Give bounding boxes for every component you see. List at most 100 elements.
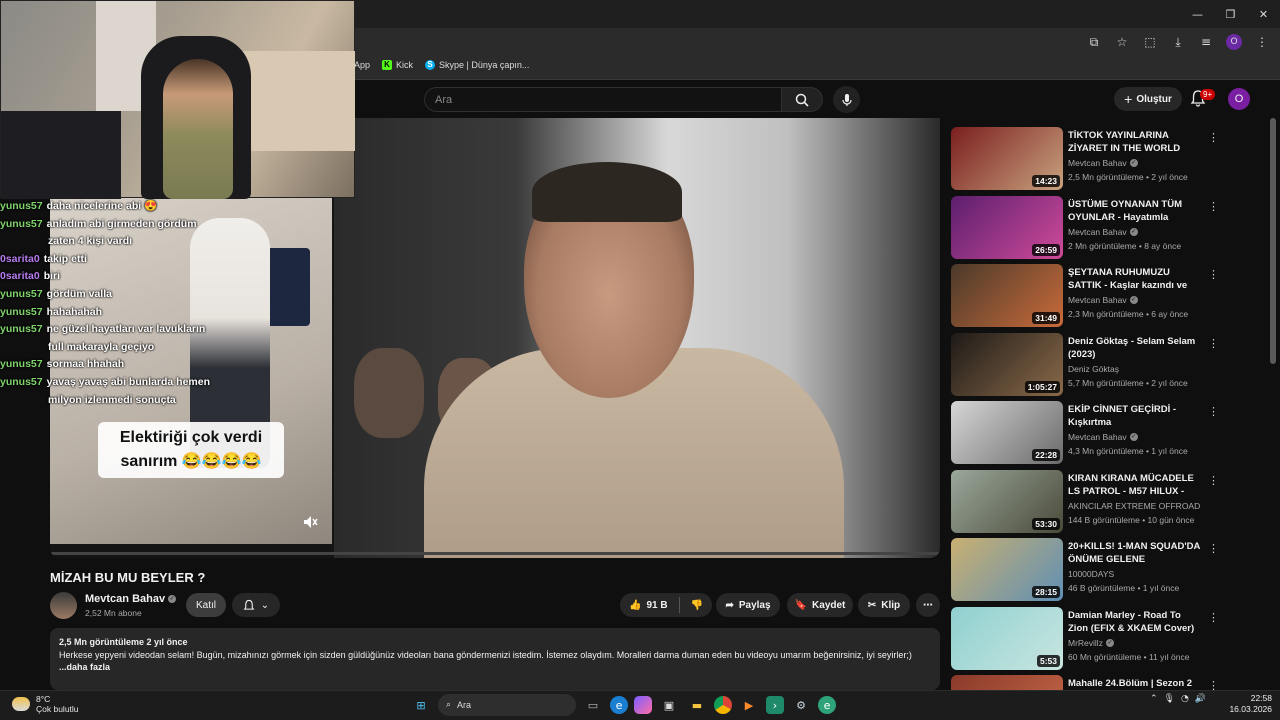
- recommended-video[interactable]: 5:53 Damian Marley - Road To Zion (EFIX &…: [950, 606, 1225, 671]
- video-title[interactable]: Deniz Göktaş - Selam Selam (2023): [1068, 335, 1203, 361]
- save-button[interactable]: 🔖 Kaydet: [787, 593, 853, 617]
- thumbs-up-icon[interactable]: 👍: [629, 600, 641, 611]
- video-thumbnail[interactable]: [951, 675, 1063, 690]
- bookmark-kick[interactable]: K Kick: [382, 60, 413, 70]
- recommended-video[interactable]: 26:59 ÜSTÜME OYNANAN TÜM OYUNLAR - Hayatı…: [950, 195, 1225, 260]
- video-title[interactable]: KIRAN KIRANA MÜCADELE LS PATROL - M57 HI…: [1068, 472, 1203, 499]
- taskbar-search[interactable]: ⌕ Ara: [438, 694, 576, 716]
- join-button[interactable]: Katıl: [186, 593, 226, 617]
- install-app-icon[interactable]: ⧉: [1082, 32, 1106, 52]
- steam-icon[interactable]: ⚙: [790, 694, 812, 716]
- recommended-video[interactable]: 28:15 20+KILLS! 1-MAN SQUAD'DA ÖNÜME GELE…: [950, 538, 1225, 602]
- more-options-icon[interactable]: ⋮: [1208, 611, 1219, 624]
- video-thumbnail[interactable]: 1:05:27: [951, 332, 1063, 396]
- recommended-video[interactable]: 31:49 ŞEYTANA RUHUMUZU SATTIK - Kaşlar ka…: [950, 264, 1225, 328]
- edge-beta-icon[interactable]: e: [818, 696, 836, 714]
- video-thumbnail[interactable]: 31:49: [951, 264, 1063, 327]
- verified-icon: ✓: [1129, 433, 1138, 441]
- skype-icon: S: [425, 60, 436, 70]
- recommended-video[interactable]: 53:30 KIRAN KIRANA MÜCADELE LS PATROL - M…: [950, 469, 1225, 534]
- video-thumbnail[interactable]: 53:30: [951, 469, 1063, 533]
- video-title[interactable]: Mahalle 24.Bölüm | Sezon 2: [1068, 677, 1203, 690]
- video-thumbnail[interactable]: 28:15: [951, 538, 1063, 601]
- video-thumbnail[interactable]: 5:53: [951, 606, 1063, 670]
- thumbs-down-icon[interactable]: 👎: [691, 600, 703, 611]
- terminal-icon[interactable]: ›: [766, 696, 784, 714]
- more-options-icon[interactable]: ⋮: [1208, 474, 1219, 487]
- minimize-button[interactable]: —: [1181, 0, 1214, 28]
- create-button[interactable]: + Oluştur: [1114, 87, 1182, 111]
- browser-menu-icon[interactable]: ⋮: [1250, 32, 1274, 52]
- like-count[interactable]: 91 B: [646, 600, 667, 611]
- video-title[interactable]: TİKTOK YAYINLARINA ZİYARET IN THE WORLD: [1068, 129, 1203, 155]
- bookmark-app[interactable]: App: [354, 60, 370, 70]
- close-button[interactable]: ✕: [1247, 0, 1280, 28]
- video-title[interactable]: ÜSTÜME OYNANAN TÜM OYUNLAR - Hayatımla o…: [1068, 198, 1203, 225]
- channel-name[interactable]: Mevtcan Bahav: [1068, 227, 1127, 237]
- recommended-video[interactable]: Mahalle 24.Bölüm | Sezon 2 ⋮: [950, 675, 1225, 690]
- video-title[interactable]: 20+KILLS! 1-MAN SQUAD'DA ÖNÜME GELENE HE…: [1068, 540, 1203, 567]
- video-progress-bar[interactable]: [50, 552, 940, 555]
- task-view-icon[interactable]: ▭: [582, 694, 604, 716]
- page-scrollbar[interactable]: [1270, 118, 1276, 364]
- channel-name[interactable]: Mevtcan Bahav: [1068, 432, 1127, 442]
- more-actions-button[interactable]: ⋯: [916, 593, 940, 617]
- channel-name[interactable]: MrRevillz: [1068, 638, 1103, 648]
- store-icon[interactable]: ▣: [658, 694, 680, 716]
- channel-row: 10000DAYS: [1068, 569, 1114, 579]
- search-input[interactable]: Ara: [424, 87, 782, 112]
- video-thumbnail[interactable]: 14:23: [951, 127, 1063, 190]
- video-thumbnail[interactable]: 26:59: [951, 195, 1063, 259]
- more-options-icon[interactable]: ⋮: [1208, 405, 1219, 418]
- windows-logo-icon[interactable]: ⊞: [410, 694, 432, 716]
- more-options-icon[interactable]: ⋮: [1208, 542, 1219, 555]
- show-more-link[interactable]: ...daha fazla: [59, 661, 931, 674]
- share-label: Paylaş: [738, 599, 771, 611]
- extensions-icon[interactable]: ⬚: [1138, 32, 1162, 52]
- weather-widget[interactable]: 8°C Çok bulutlu: [12, 694, 79, 714]
- download-icon[interactable]: ⤓: [1166, 32, 1190, 52]
- share-button[interactable]: ➦ Paylaş: [716, 593, 780, 617]
- volume-icon[interactable]: 🔊: [1195, 694, 1206, 704]
- microphone-icon[interactable]: 🎙: [1164, 694, 1175, 704]
- copilot-icon[interactable]: [634, 696, 652, 714]
- more-options-icon[interactable]: ⋮: [1208, 679, 1219, 690]
- edge-icon[interactable]: e: [610, 696, 628, 714]
- more-options-icon[interactable]: ⋮: [1208, 337, 1219, 350]
- file-explorer-icon[interactable]: ▬: [686, 694, 708, 716]
- recommended-video[interactable]: 1:05:27 Deniz Göktaş - Selam Selam (2023)…: [950, 332, 1225, 397]
- channel-name[interactable]: AKINCILAR EXTREME OFFROAD: [1068, 501, 1200, 511]
- more-options-icon[interactable]: ⋮: [1208, 131, 1219, 144]
- bookmark-star-icon[interactable]: ☆: [1110, 32, 1134, 52]
- account-avatar[interactable]: O: [1228, 88, 1250, 110]
- channel-avatar[interactable]: [50, 592, 77, 619]
- channel-name[interactable]: Mevtcan Bahav: [1068, 158, 1127, 168]
- channel-name[interactable]: Deniz Göktaş: [1068, 364, 1119, 374]
- recommended-video[interactable]: 14:23 TİKTOK YAYINLARINA ZİYARET IN THE W…: [950, 127, 1225, 191]
- media-queue-icon[interactable]: ≡: [1194, 32, 1218, 52]
- browser-profile-avatar[interactable]: O: [1226, 34, 1242, 50]
- clip-button[interactable]: ✂ Klip: [858, 593, 910, 617]
- chevron-up-icon[interactable]: ⌃: [1150, 694, 1158, 704]
- media-player-icon[interactable]: ▶: [738, 694, 760, 716]
- recommended-video[interactable]: 22:28 EKİP CİNNET GEÇİRDİ - Kışkırtma Mevt…: [950, 401, 1225, 465]
- channel-name[interactable]: Mevtcan Bahav: [85, 593, 165, 605]
- system-clock[interactable]: 22:58 16.03.2026: [1228, 693, 1272, 715]
- channel-name[interactable]: 10000DAYS: [1068, 569, 1114, 579]
- video-description[interactable]: 2,5 Mn görüntüleme 2 yıl önce Herkese ye…: [50, 628, 940, 690]
- more-options-icon[interactable]: ⋮: [1208, 200, 1219, 213]
- chrome-icon[interactable]: [714, 696, 732, 714]
- subscription-bell-button[interactable]: ⌄: [232, 593, 280, 617]
- video-title[interactable]: EKİP CİNNET GEÇİRDİ - Kışkırtma: [1068, 403, 1203, 429]
- voice-search-button[interactable]: [833, 86, 860, 113]
- channel-name-row[interactable]: Mevtcan Bahav ✓: [85, 593, 177, 605]
- more-options-icon[interactable]: ⋮: [1208, 268, 1219, 281]
- video-title[interactable]: Damian Marley - Road To Zion (EFIX & XKA…: [1068, 609, 1203, 635]
- bookmark-skype[interactable]: S Skype | Dünya çapın...: [425, 60, 529, 70]
- maximize-button[interactable]: ❐: [1214, 0, 1247, 28]
- search-button[interactable]: [781, 87, 823, 112]
- wifi-icon[interactable]: ◔: [1181, 694, 1189, 704]
- video-title[interactable]: ŞEYTANA RUHUMUZU SATTIK - Kaşlar kazındı…: [1068, 266, 1203, 293]
- channel-name[interactable]: Mevtcan Bahav: [1068, 295, 1127, 305]
- video-thumbnail[interactable]: 22:28: [951, 401, 1063, 464]
